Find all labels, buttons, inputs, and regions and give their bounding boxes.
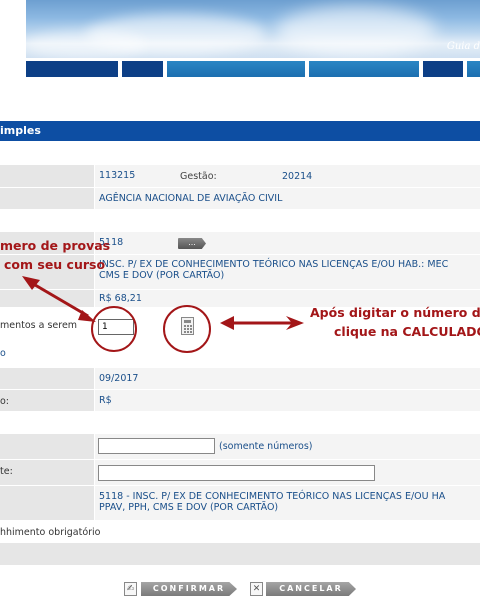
confirm-button[interactable]: CONFIRMAR [141, 582, 237, 596]
confirm-icon[interactable]: ✍ [124, 582, 137, 596]
annotation-arrows [22, 276, 304, 330]
arrow-line [29, 280, 89, 318]
cancel-icon[interactable]: ✕ [250, 582, 263, 596]
arrow-head [220, 316, 234, 330]
cancel-button[interactable]: CANCELAR [266, 582, 356, 596]
